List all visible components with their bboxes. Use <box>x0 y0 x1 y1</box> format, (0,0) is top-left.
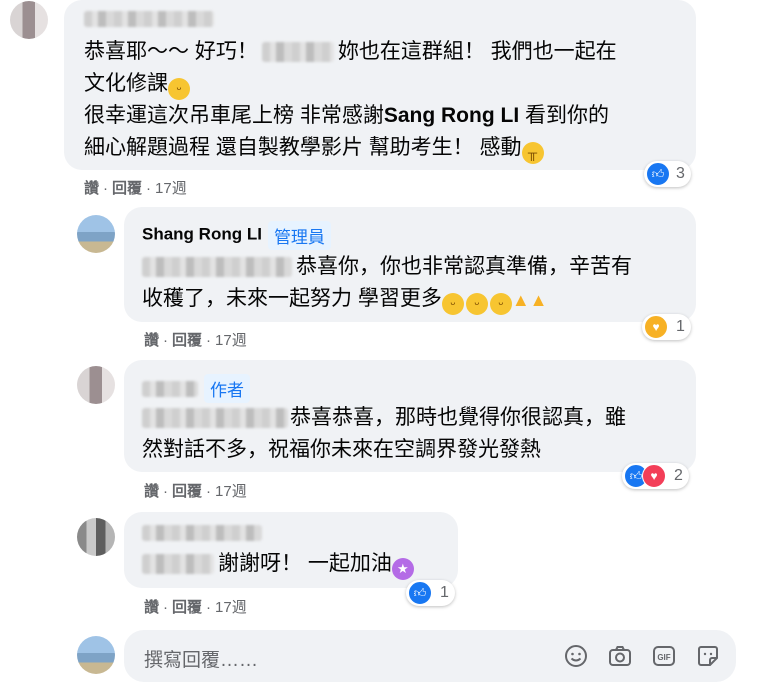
comment-actions: 讚 · 回覆 · 17週 <box>144 599 247 616</box>
like-button[interactable]: 讚 <box>144 599 159 616</box>
reaction-summary[interactable]: 👍︎ 3 <box>644 161 691 187</box>
reply-placeholder: 撰寫回覆…… <box>144 650 259 671</box>
current-user-avatar[interactable] <box>77 636 115 674</box>
reply-button[interactable]: 回覆 <box>172 332 202 349</box>
avatar[interactable] <box>10 1 48 39</box>
like-button[interactable]: 讚 <box>144 332 159 349</box>
timestamp[interactable]: 17週 <box>215 332 247 349</box>
like-icon: 👍︎ <box>408 581 432 605</box>
sticker-icon[interactable] <box>696 644 720 668</box>
star-struck-emoji-icon: ★ <box>391 558 414 580</box>
reply-input[interactable]: 撰寫回覆…… GIF <box>124 630 736 682</box>
comment-bubble: Shang Rong LI 管理員 恭喜你，你也非常認真準備，辛苦有 收穫了，未來… <box>124 207 696 322</box>
thumbs-up-emoji-icon: ▲ <box>529 290 548 310</box>
laughing-emoji-icon: ᵕ <box>168 78 190 100</box>
author-name-redacted[interactable] <box>84 10 214 28</box>
reaction-summary[interactable]: ♥ 1 <box>642 314 691 340</box>
reaction-summary[interactable]: 👍︎ 1 <box>406 580 455 606</box>
avatar[interactable] <box>77 215 115 253</box>
admin-badge: 管理員 <box>267 221 331 250</box>
reply-button[interactable]: 回覆 <box>172 599 202 616</box>
like-icon: 👍︎ <box>646 162 670 186</box>
comment-actions: 讚 · 回覆 · 17週 <box>144 332 247 349</box>
timestamp[interactable]: 17週 <box>215 483 247 500</box>
svg-text:GIF: GIF <box>657 653 670 662</box>
emoji-icon[interactable] <box>564 644 588 668</box>
smile-emoji-icon: ᵕ <box>441 293 464 315</box>
author-name[interactable]: Shang Rong LI <box>142 225 262 244</box>
comment-actions: 讚 · 回覆 · 17週 <box>144 483 247 500</box>
comment-actions: 讚 · 回覆 · 17週 <box>84 180 187 197</box>
like-button[interactable]: 讚 <box>84 180 99 197</box>
comment-text: 恭喜耶～～ 好巧！ 妳也在這群組！ 我們也一起在 文化修課 ᵕ 很幸運這次吊車尾上榜… <box>84 36 694 164</box>
camera-icon[interactable] <box>608 644 632 668</box>
gif-icon[interactable]: GIF <box>652 644 676 668</box>
smile-emoji-icon: ᵕ <box>465 293 488 315</box>
reply-button[interactable]: 回覆 <box>112 180 142 197</box>
comment-bubble: 作者 恭喜恭喜，那時也覺得你很認真，雖 然對話不多，祝福你未來在空調界發光發熱 <box>124 360 696 472</box>
author-name-redacted[interactable] <box>142 524 262 542</box>
care-icon: ♥ <box>644 315 668 339</box>
comment-text: 恭喜你，你也非常認真準備，辛苦有 收穫了，未來一起努力 學習更多 ᵕ ᵕ ᵕ ▲▲ <box>142 251 692 316</box>
comment-text: 謝謝呀！ 一起加油 ★ <box>142 548 452 580</box>
reaction-count: 1 <box>440 584 449 601</box>
comment-text: 恭喜恭喜，那時也覺得你很認真，雖 然對話不多，祝福你未來在空調界發光發熱 <box>142 406 626 461</box>
author-name-redacted[interactable] <box>142 380 198 397</box>
smile-emoji-icon: ᵕ <box>489 293 512 315</box>
timestamp[interactable]: 17週 <box>155 180 187 197</box>
reaction-count: 3 <box>676 165 685 182</box>
love-icon: ♥ <box>642 464 666 488</box>
like-button[interactable]: 讚 <box>144 483 159 500</box>
author-badge: 作者 <box>204 374 250 403</box>
crying-emoji-icon: ╥ <box>521 142 544 164</box>
reaction-count: 2 <box>674 467 683 484</box>
avatar[interactable] <box>77 518 115 556</box>
reaction-count: 1 <box>676 318 685 335</box>
avatar[interactable] <box>77 366 115 404</box>
timestamp[interactable]: 17週 <box>215 599 247 616</box>
reaction-summary[interactable]: 👍︎ ♥ 2 <box>622 463 689 489</box>
thumbs-up-emoji-icon: ▲ <box>511 290 530 310</box>
comment-bubble: 恭喜耶～～ 好巧！ 妳也在這群組！ 我們也一起在 文化修課 ᵕ 很幸運這次吊車尾上榜… <box>64 0 696 170</box>
mention-link[interactable]: Sang Rong LI <box>384 104 519 127</box>
comment-bubble: 謝謝呀！ 一起加油 ★ <box>124 512 458 588</box>
reply-button[interactable]: 回覆 <box>172 483 202 500</box>
